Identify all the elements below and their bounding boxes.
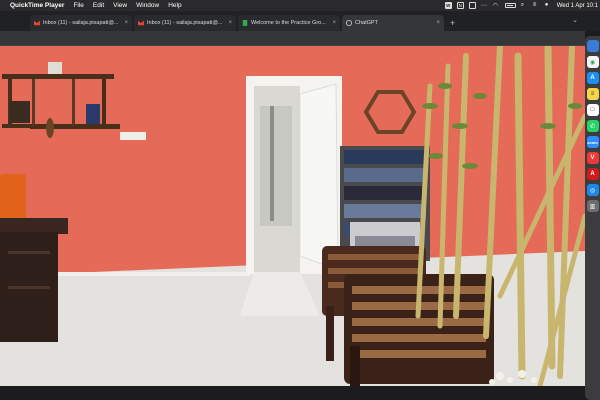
video-frame-office-scene (0, 46, 585, 386)
tab-inbox-1[interactable]: Inbox (11) - sailaja.pisapati@... × (30, 15, 132, 31)
app-menus: QuickTime Player File Edit View Window H… (10, 2, 182, 9)
gmail-icon (138, 20, 144, 26)
close-tab-icon[interactable]: × (332, 20, 336, 26)
siri-icon[interactable]: ● (545, 2, 552, 9)
control-center-icon[interactable]: ≡ (533, 2, 540, 9)
sheets-icon (242, 20, 248, 26)
notes-icon[interactable]: ≡ (586, 88, 599, 100)
desktop-bottom (0, 386, 585, 400)
chatgpt-icon (346, 20, 352, 26)
menu-bar: QuickTime Player File Edit View Window H… (0, 0, 600, 11)
tab-chatgpt[interactable]: ChatGPT × (342, 15, 444, 31)
video-player-frame[interactable] (0, 46, 585, 386)
menu-window[interactable]: Window (136, 2, 159, 9)
search-icon[interactable]: ⌕ (521, 2, 528, 9)
menu-help[interactable]: Help (168, 2, 181, 9)
status-n-icon[interactable]: N (456, 2, 464, 9)
battery-icon[interactable] (504, 3, 516, 8)
clock[interactable]: Wed 1 Apr 10:1 (557, 3, 598, 9)
acrobat-icon[interactable]: A (586, 168, 599, 180)
tab-practice-group[interactable]: Welcome to the Practice Gro... × (238, 15, 340, 31)
app-store-icon[interactable]: A (586, 72, 599, 84)
zoom-icon[interactable]: zoom (586, 136, 599, 148)
open-door (299, 83, 339, 271)
close-tab-icon[interactable]: × (124, 20, 128, 26)
tab-title: Inbox (11) - sailaja.pisapati@... (43, 20, 119, 26)
orange-chair (0, 174, 26, 220)
app-name-menu[interactable]: QuickTime Player (10, 2, 64, 9)
new-tab-button[interactable]: + (450, 18, 455, 28)
tab-title: Inbox (11) - sailaja.pisapati@... (147, 20, 223, 26)
chrome-icon[interactable]: ◉ (586, 56, 599, 68)
close-tab-icon[interactable]: × (228, 20, 232, 26)
tab-search-chevron-icon[interactable]: ⌄ (572, 16, 578, 24)
finder-icon[interactable] (586, 40, 599, 52)
status-box-icon[interactable] (468, 2, 476, 9)
tab-title: Welcome to the Practice Gro... (251, 20, 326, 26)
status-w-icon[interactable]: W (444, 2, 452, 9)
wifi-icon[interactable]: ◠ (493, 2, 500, 9)
close-tab-icon[interactable]: × (436, 20, 440, 26)
whatsapp-icon[interactable]: ✆ (586, 120, 599, 132)
tab-inbox-2[interactable]: Inbox (11) - sailaja.pisapati@... × (134, 15, 236, 31)
dock: ◉ A ≡ □ ✆ zoom V A ◎ ▥ (585, 36, 600, 400)
status-area: W N ⋯ ◠ ⌕ ≡ ● Wed 1 Apr 10:1 (444, 0, 598, 11)
vivaldi-icon[interactable]: V (586, 152, 599, 164)
calendar-icon[interactable]: □ (586, 104, 599, 116)
menu-edit[interactable]: Edit (93, 2, 104, 9)
tab-title: ChatGPT (355, 20, 378, 26)
reception-desk (0, 218, 68, 342)
safari-icon[interactable]: ◎ (586, 184, 599, 196)
browser-tab-strip: Inbox (11) - sailaja.pisapati@... × Inbo… (0, 11, 600, 31)
switch-board (120, 132, 146, 140)
gmail-icon (34, 20, 40, 26)
menu-file[interactable]: File (73, 2, 83, 9)
trash-icon[interactable]: ▥ (586, 200, 599, 212)
status-dots-icon[interactable]: ⋯ (481, 2, 488, 9)
browser-toolbar (0, 31, 585, 46)
menu-view[interactable]: View (113, 2, 127, 9)
